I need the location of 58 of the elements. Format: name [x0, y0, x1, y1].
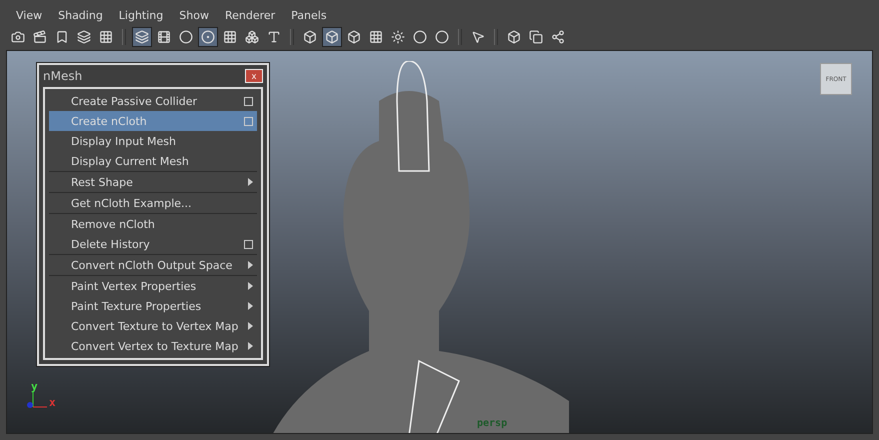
submenu-arrow-icon: [248, 178, 253, 186]
menu-item[interactable]: Shading: [52, 6, 109, 24]
cube-icon: [303, 30, 317, 44]
camera-label: persp: [477, 418, 508, 429]
menu-item[interactable]: Lighting: [112, 6, 170, 24]
close-button[interactable]: x: [245, 69, 263, 83]
submenu-arrow-icon: [248, 342, 253, 350]
toolbar-button[interactable]: [132, 27, 152, 47]
menu-item[interactable]: Paint Texture Properties: [49, 296, 257, 316]
circle-icon: [179, 30, 193, 44]
copy-icon: [529, 30, 543, 44]
menu-item[interactable]: Create Passive Collider: [49, 91, 257, 111]
menu-item[interactable]: Convert Vertex to Texture Map: [49, 336, 257, 356]
target-icon: [201, 30, 215, 44]
clapperboard-icon: [33, 30, 47, 44]
menu-item[interactable]: View: [10, 6, 48, 24]
option-box-icon[interactable]: [244, 240, 253, 248]
axis-label: x: [49, 396, 56, 409]
menu-item[interactable]: Show: [173, 6, 215, 24]
cube-icon: [347, 30, 361, 44]
grid-icon: [99, 30, 113, 44]
menu-item[interactable]: Rest Shape: [49, 172, 257, 193]
toolbar-button[interactable]: [322, 27, 342, 47]
axis-label: y: [31, 380, 38, 393]
option-box-icon[interactable]: [244, 96, 253, 106]
submenu-arrow-icon: [248, 322, 253, 330]
menu-item[interactable]: Panels: [285, 6, 333, 24]
sun-icon: [391, 30, 405, 44]
share-icon: [551, 30, 565, 44]
grid-icon: [369, 30, 383, 44]
layers-icon: [77, 30, 91, 44]
bookmark-icon: [55, 30, 69, 44]
panel-title: nMesh: [43, 69, 82, 83]
layers-icon: [135, 30, 149, 44]
circle-icon: [413, 30, 427, 44]
grid-icon: [223, 30, 237, 44]
submenu-arrow-icon: [248, 261, 253, 269]
menu-item[interactable]: Paint Vertex Properties: [49, 276, 257, 296]
menu-item[interactable]: Remove nCloth: [49, 214, 257, 234]
menu-item[interactable]: Renderer: [218, 6, 282, 24]
menu-item[interactable]: Convert Texture to Vertex Map: [49, 316, 257, 336]
pointer-icon: [471, 30, 485, 44]
film-icon: [157, 30, 171, 44]
cube-icon: [325, 30, 339, 44]
camera-icon: [11, 30, 25, 44]
text-icon: [267, 30, 281, 44]
cube-icon: [507, 30, 521, 44]
menu-item[interactable]: Get nCloth Example...: [49, 193, 257, 214]
menu-item[interactable]: Display Input Mesh: [49, 131, 257, 151]
axis-icon: [25, 391, 47, 409]
toolbar-button[interactable]: [198, 27, 218, 47]
boxes-icon: [245, 30, 259, 44]
submenu-arrow-icon: [248, 302, 253, 310]
circle-icon: [435, 30, 449, 44]
submenu-arrow-icon: [248, 282, 253, 290]
menu-item[interactable]: Delete History: [49, 234, 257, 255]
menu-item[interactable]: Display Current Mesh: [49, 151, 257, 172]
menu-item[interactable]: Convert nCloth Output Space: [49, 255, 257, 276]
